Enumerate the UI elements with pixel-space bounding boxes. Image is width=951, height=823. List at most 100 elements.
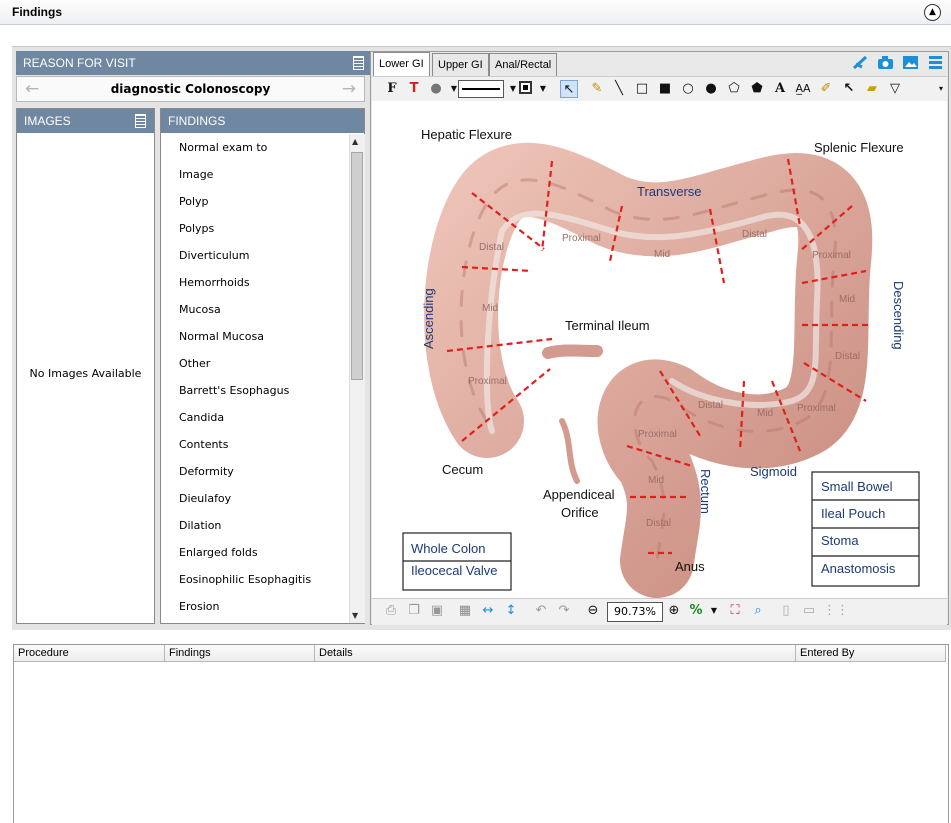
drawing-toolbar: F T ● ▼ ▼ ▼ ↖ ✎ ╲ □ ■ ○ ● ⬠ ⬟ A A̲A ✐ ↖ … (372, 76, 947, 102)
filter-icon[interactable]: ▽ (886, 80, 904, 98)
tab-lower-gi[interactable]: Lower GI (373, 52, 430, 76)
stoma-button[interactable]: Stoma (821, 533, 859, 548)
findings-grid: Procedure Findings Details Entered By (13, 644, 949, 823)
reason-for-visit-title: REASON FOR VISIT (23, 56, 136, 70)
terminal-ileum-label: Terminal Ileum (565, 318, 650, 333)
ruler-icon[interactable]: ▰ (863, 80, 881, 98)
tab-upper-gi[interactable]: Upper GI (432, 53, 489, 76)
window-title-bar: Findings ▲ (0, 0, 951, 25)
small-bowel-button[interactable]: Small Bowel (821, 479, 893, 494)
fit-height-icon[interactable]: ↕ (502, 602, 520, 620)
column-findings[interactable]: Findings (165, 645, 315, 662)
column-procedure[interactable]: Procedure (14, 645, 165, 662)
orifice-label: Orifice (561, 505, 599, 520)
polygon-tool-icon[interactable]: ⬠ (725, 80, 743, 98)
finding-item[interactable]: Hemorrhoids (161, 269, 349, 296)
font-icon[interactable]: F (383, 80, 401, 98)
save-icon[interactable]: ▣ (428, 602, 446, 620)
finding-item[interactable]: Dilation (161, 512, 349, 539)
select-pointer-icon[interactable]: ↖ (560, 80, 578, 98)
scroll-down-icon[interactable]: ▼ (352, 611, 358, 620)
stroke-color-icon[interactable] (519, 81, 532, 94)
segment-ascending-mid: Mid (482, 303, 498, 314)
fit-page-icon[interactable]: ⛶ (726, 602, 744, 620)
zoom-out-icon[interactable]: ⊖ (584, 602, 602, 620)
colon-diagram[interactable]: Hepatic Flexure Splenic Flexure Transver… (372, 101, 947, 598)
image-icon[interactable] (902, 55, 919, 70)
finding-item[interactable]: Eosinophilic Esophagitis (161, 566, 349, 593)
finding-item[interactable]: Polyp (161, 188, 349, 215)
finding-item[interactable]: Normal Mucosa (161, 323, 349, 350)
copy-icon[interactable]: ❐ (405, 602, 423, 620)
ellipse-tool-icon[interactable]: ○ (679, 80, 697, 98)
scroll-up-icon[interactable]: ▲ (352, 137, 358, 146)
overflow-icon[interactable]: ▾ (932, 80, 950, 98)
appendiceal-label: Appendiceal (543, 487, 615, 502)
highlighter-icon[interactable]: ✐ (817, 80, 835, 98)
filled-polygon-tool-icon[interactable]: ⬟ (748, 80, 766, 98)
segment-transverse-mid: Mid (654, 249, 670, 260)
segment-descending-proximal: Proximal (812, 250, 851, 261)
rectangle-tool-icon[interactable]: □ (633, 80, 651, 98)
list-menu-icon[interactable] (927, 55, 944, 70)
colon-shape[interactable] (424, 142, 873, 598)
text-color-icon[interactable]: T (405, 80, 423, 98)
chevron-down-icon[interactable]: ▼ (705, 602, 723, 620)
camera-icon[interactable] (877, 55, 894, 70)
fit-width-icon[interactable]: ↔ (479, 602, 497, 620)
chevron-down-icon[interactable]: ▼ (534, 80, 552, 98)
finding-item[interactable]: Diverticulum (161, 242, 349, 269)
column-details[interactable]: Details (315, 645, 796, 662)
finding-item[interactable]: Other (161, 350, 349, 377)
filled-rectangle-tool-icon[interactable]: ■ (656, 80, 674, 98)
arrow-right-icon[interactable]: → (342, 79, 356, 99)
brush-icon[interactable] (852, 55, 869, 70)
reason-for-visit-selector: diagnostic Colonoscopy ← → (16, 76, 365, 102)
text-tool-icon[interactable]: A (771, 80, 789, 98)
finding-item[interactable]: Deformity (161, 458, 349, 485)
no-images-text: No Images Available (29, 367, 142, 380)
single-page-icon[interactable]: ▯ (777, 602, 795, 620)
finding-item[interactable]: Enlarged folds (161, 539, 349, 566)
column-entered-by[interactable]: Entered By (796, 645, 946, 662)
filled-ellipse-tool-icon[interactable]: ● (702, 80, 720, 98)
finding-item[interactable]: Dieulafoy (161, 485, 349, 512)
transverse-label: Transverse (637, 184, 702, 199)
ileal-pouch-button[interactable]: Ileal Pouch (821, 506, 885, 521)
collapse-icon[interactable]: ▲ (924, 4, 941, 21)
fill-color-icon[interactable]: ● (427, 80, 445, 98)
zoom-level-field[interactable]: 90.73% (607, 602, 663, 622)
menu-icon[interactable] (353, 56, 364, 70)
thumbnail-grid-icon[interactable]: ⋮⋮ (823, 602, 849, 620)
menu-icon[interactable] (135, 114, 146, 128)
whole-colon-button[interactable]: Whole Colon (411, 541, 485, 556)
grid-icon[interactable]: ▦ (456, 602, 474, 620)
arrow-tool-icon[interactable]: ↖ (840, 80, 858, 98)
pencil-icon[interactable]: ✎ (588, 80, 606, 98)
scroll-thumb[interactable] (351, 152, 363, 380)
finding-item[interactable]: Erosion (161, 593, 349, 620)
finding-item[interactable]: Candida (161, 404, 349, 431)
finding-item[interactable]: Polyps (161, 215, 349, 242)
finding-item[interactable]: Mucosa (161, 296, 349, 323)
finding-item[interactable]: Contents (161, 431, 349, 458)
percent-icon[interactable]: % (687, 602, 705, 620)
two-page-icon[interactable]: ▭ (800, 602, 818, 620)
zoom-area-icon[interactable]: ⌕ (749, 602, 767, 620)
line-tool-icon[interactable]: ╲ (610, 80, 628, 98)
line-style-select[interactable] (458, 80, 504, 98)
finding-item[interactable]: Normal exam to (161, 134, 349, 161)
rotate-right-icon[interactable]: ↷ (555, 602, 573, 620)
text-style-icon[interactable]: A̲A (794, 80, 812, 98)
print-icon[interactable]: ⎙ (382, 602, 400, 620)
anastomosis-button[interactable]: Anastomosis (821, 561, 896, 576)
findings-scrollbar[interactable]: ▲ ▼ (349, 134, 365, 623)
ileocecal-valve-button[interactable]: Ileocecal Valve (411, 563, 497, 578)
arrow-left-icon[interactable]: ← (25, 79, 39, 99)
finding-item[interactable]: Image (161, 161, 349, 188)
tab-anal-rectal[interactable]: Anal/Rectal (489, 53, 558, 76)
segment-rectum-distal: Distal (646, 518, 671, 529)
finding-item[interactable]: Barrett's Esophagus (161, 377, 349, 404)
rotate-left-icon[interactable]: ↶ (532, 602, 550, 620)
zoom-in-icon[interactable]: ⊕ (665, 602, 683, 620)
